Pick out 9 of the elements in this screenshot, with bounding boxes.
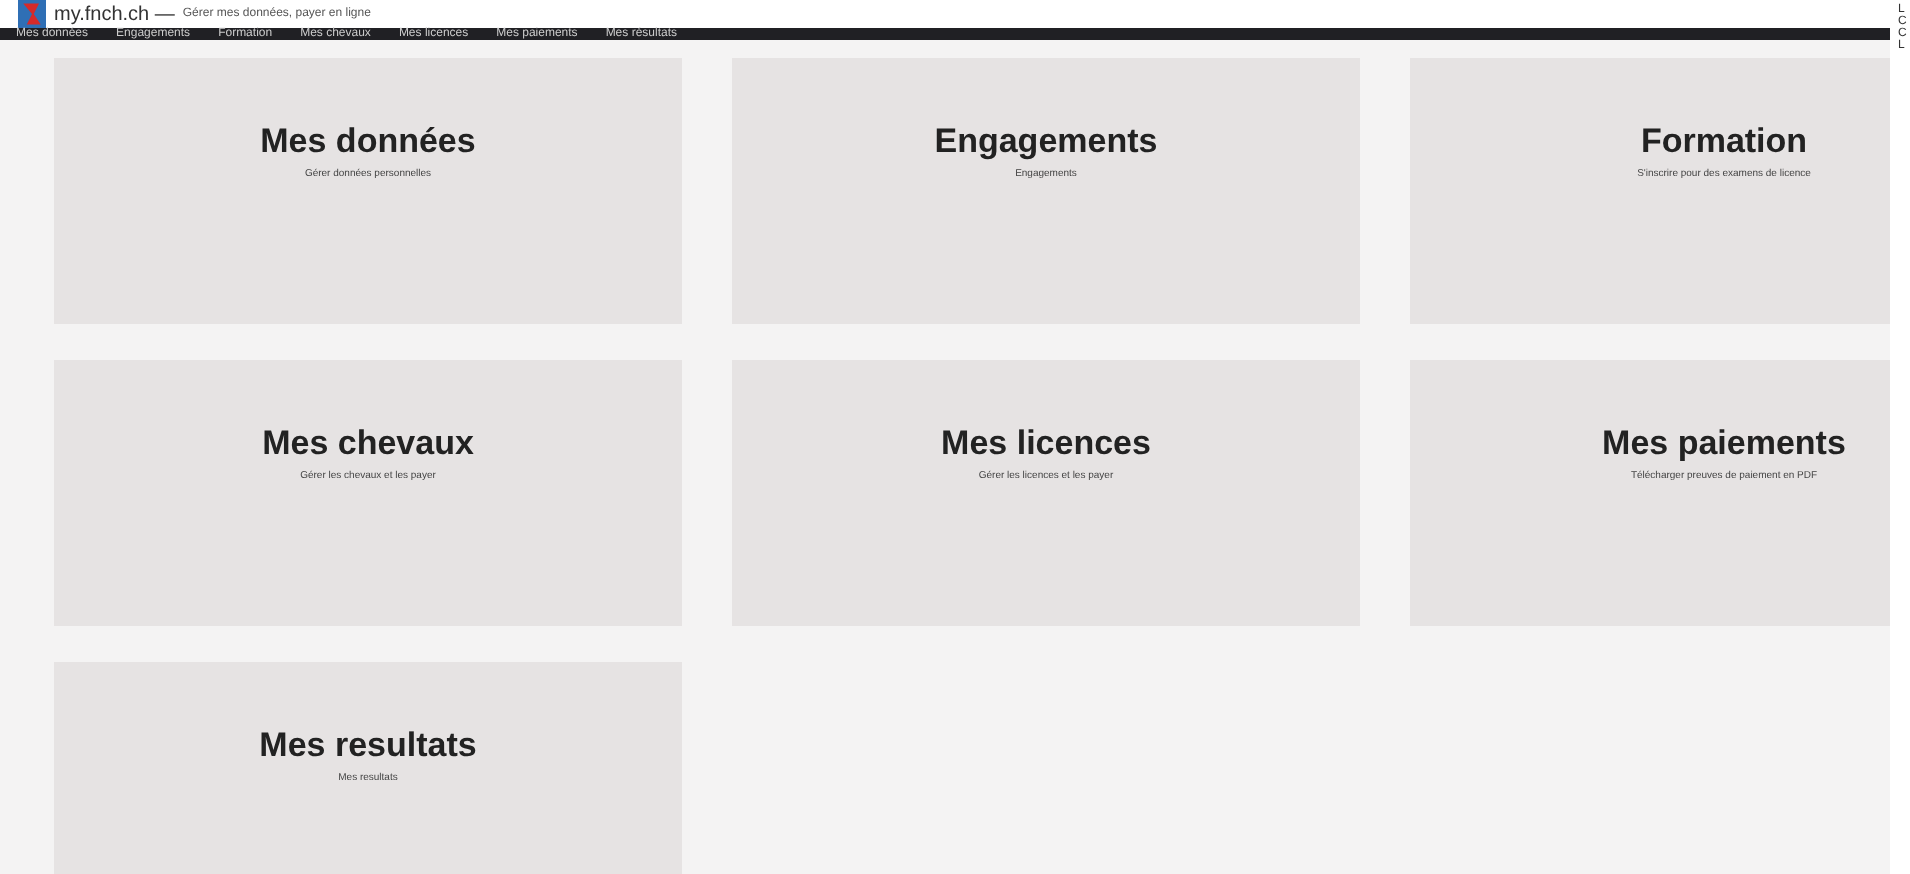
tile-title: Mes chevaux <box>262 424 474 464</box>
logo-icon <box>18 0 46 28</box>
tile-title: Mes paiements <box>1602 424 1846 464</box>
tile-title: Mes resultats <box>259 726 477 766</box>
site-name: my.fnch.ch — <box>54 3 175 25</box>
tile-title: Mes licences <box>941 424 1151 464</box>
tile-title: Engagements <box>934 122 1158 162</box>
tile-title: Formation <box>1640 122 1808 162</box>
tile-title: Mes données <box>260 122 476 162</box>
